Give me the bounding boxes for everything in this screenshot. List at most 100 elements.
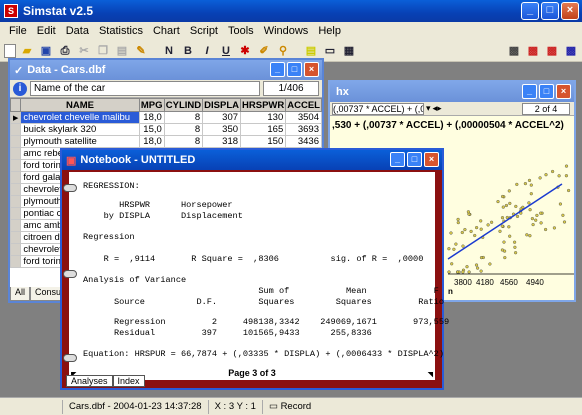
minimize-button[interactable]: _ <box>521 2 539 20</box>
menu-edit[interactable]: Edit <box>32 25 61 37</box>
chevron-down-icon[interactable]: ▾ <box>426 103 431 114</box>
binder-ring-icon <box>63 270 77 278</box>
table-cell[interactable]: chevrolet chevelle malibu <box>20 111 140 124</box>
table-cell[interactable]: 307 <box>202 111 242 124</box>
status-coords: X : 3 Y : 1 <box>207 399 262 414</box>
table-cell[interactable]: 350 <box>202 123 242 136</box>
tool-books-icon[interactable]: ▩ <box>506 43 522 59</box>
col-header-displa[interactable]: DISPLA <box>202 98 242 112</box>
notebook-window[interactable]: ▣ Notebook - UNTITLED _ □ × REGRESSION: … <box>60 148 449 390</box>
pencil-icon[interactable]: ✎ <box>133 43 149 59</box>
calc-icon[interactable]: ▦ <box>341 43 357 59</box>
data-close-button[interactable]: × <box>304 62 319 77</box>
table-cell[interactable]: buick skylark 320 <box>20 123 140 136</box>
table-cell[interactable]: 8 <box>163 123 204 136</box>
scatter-point <box>498 229 502 233</box>
table-cell[interactable]: 8 <box>163 135 204 148</box>
paste-icon[interactable]: ▤ <box>114 43 130 59</box>
table-row[interactable]: plymouth satellite 18,0 8 318 150 3436 <box>9 135 322 148</box>
table-cell[interactable]: 130 <box>240 111 287 124</box>
tool-chart-icon[interactable]: ▩ <box>544 43 560 59</box>
scatter-point <box>528 234 532 238</box>
copy-icon[interactable]: ❐ <box>95 43 111 59</box>
scatter-point <box>557 174 561 178</box>
table-cell[interactable]: 3504 <box>285 111 322 124</box>
table-cell[interactable]: 165 <box>240 123 287 136</box>
table-cell[interactable]: 18,0 <box>138 111 165 124</box>
menu-data[interactable]: Data <box>61 25 94 37</box>
nb-line: Equation: HRSPUR = 66,7874 + (,03335 * D… <box>83 349 444 359</box>
chart-maximize-button[interactable]: □ <box>539 84 554 99</box>
scatter-point <box>461 270 465 274</box>
tab-index[interactable]: Index <box>112 375 145 387</box>
find-icon[interactable]: ⚲ <box>275 43 291 59</box>
notebook-close-button[interactable]: × <box>424 152 439 167</box>
scatter-point <box>544 173 548 177</box>
highlight-icon[interactable]: ✐ <box>256 43 272 59</box>
scatter-point <box>479 227 483 231</box>
menu-statistics[interactable]: Statistics <box>94 25 148 37</box>
col-header-accel[interactable]: ACCEL <box>285 98 322 112</box>
table-cell[interactable]: 15,0 <box>138 123 165 136</box>
chart-minimize-button[interactable]: _ <box>522 84 537 99</box>
col-header-mpg[interactable]: MPG <box>138 98 165 112</box>
tab-analyses[interactable]: Analyses <box>66 375 113 387</box>
notebook-page[interactable]: REGRESSION: HRSPWR Horsepower by DISPLA … <box>63 172 449 380</box>
menu-chart[interactable]: Chart <box>148 25 185 37</box>
scatter-point <box>460 230 464 235</box>
col-header-hrspwr[interactable]: HRSPWR <box>240 98 287 112</box>
menu-help[interactable]: Help <box>313 25 346 37</box>
underline-icon[interactable]: U <box>218 43 234 59</box>
print-icon[interactable]: ⎙ <box>57 43 73 59</box>
strike-icon[interactable]: ✱ <box>237 43 253 59</box>
cut-icon[interactable]: ✂ <box>76 43 92 59</box>
app-title: Simstat v2.5 <box>23 4 94 18</box>
scatter-point <box>473 233 477 238</box>
tool-red-book-icon[interactable]: ▩ <box>525 43 541 59</box>
open-folder-icon[interactable]: ▰ <box>19 43 35 59</box>
notes-icon[interactable]: ▤ <box>303 43 319 59</box>
close-button[interactable]: × <box>561 2 579 20</box>
menu-script[interactable]: Script <box>185 25 223 37</box>
data-maximize-button[interactable]: □ <box>287 62 302 77</box>
scatter-point <box>476 266 480 270</box>
table-cell[interactable]: plymouth satellite <box>20 135 140 148</box>
tool-grid-icon[interactable]: ▩ <box>563 43 579 59</box>
italic-icon[interactable]: I <box>199 43 215 59</box>
table-cell[interactable]: 150 <box>240 135 287 148</box>
scatter-point <box>501 205 505 209</box>
col-header-name[interactable]: NAME <box>20 98 140 112</box>
menu-file[interactable]: File <box>4 25 32 37</box>
equation-select[interactable]: (,00737 * ACCEL) + (,00 <box>332 102 424 115</box>
menu-tools[interactable]: Tools <box>223 25 259 37</box>
table-cell[interactable]: 18,0 <box>138 135 165 148</box>
notebook-minimize-button[interactable]: _ <box>390 152 405 167</box>
table-row[interactable]: ▶ chevrolet chevelle malibu 18,0 8 307 130 350… <box>9 111 322 124</box>
col-header-cylind[interactable]: CYLIND <box>163 98 204 112</box>
table-cell[interactable]: 3693 <box>285 123 322 136</box>
info-icon[interactable]: i <box>13 81 27 96</box>
scatter-point <box>551 169 555 174</box>
next-icon[interactable]: ▸ <box>437 103 442 114</box>
table-cell[interactable]: 3436 <box>285 135 322 148</box>
table-cell[interactable]: 8 <box>163 111 204 124</box>
page-curl-right-icon[interactable]: ◥ <box>428 370 433 380</box>
maximize-button[interactable]: □ <box>541 2 559 20</box>
tab-all[interactable]: All <box>10 287 31 301</box>
data-minimize-button[interactable]: _ <box>270 62 285 77</box>
new-file-icon[interactable] <box>4 43 16 58</box>
scatter-point <box>474 263 479 267</box>
notebook-maximize-button[interactable]: □ <box>407 152 422 167</box>
menu-windows[interactable]: Windows <box>259 25 314 37</box>
chart-close-button[interactable]: × <box>556 84 571 99</box>
table-cell[interactable]: 318 <box>202 135 242 148</box>
bold-icon[interactable]: N <box>161 43 177 59</box>
table-icon[interactable]: ▭ <box>322 43 338 59</box>
scatter-point <box>539 211 543 215</box>
table-row[interactable]: buick skylark 320 15,0 8 350 165 3693 <box>9 123 322 136</box>
bold-b-icon[interactable]: B <box>180 43 196 59</box>
scatter-point <box>539 221 543 225</box>
scatter-point <box>564 164 569 168</box>
scatter-point <box>450 262 454 266</box>
save-icon[interactable]: ▣ <box>38 43 54 59</box>
